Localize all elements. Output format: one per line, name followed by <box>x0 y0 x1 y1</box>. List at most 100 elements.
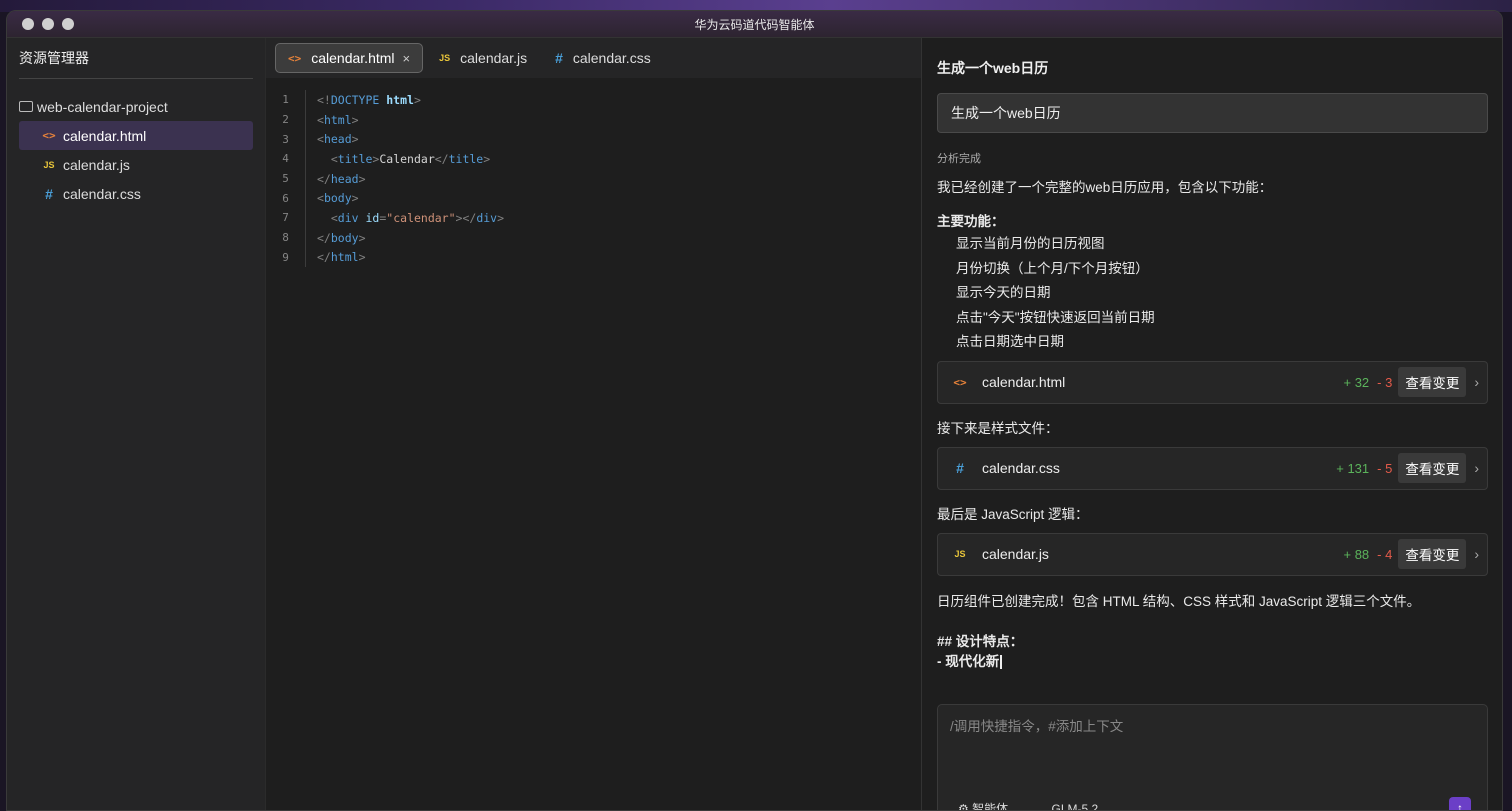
agent-icon: ⚙ <box>958 802 969 811</box>
additions-count: + 88 <box>1343 546 1370 562</box>
mode-selector[interactable]: ⚙ 智能体 ⌄ <box>958 800 1022 811</box>
change-card-css[interactable]: # calendar.css + 131 - 5 查看变更 › <box>937 446 1488 490</box>
code-line: 8 </body> <box>266 227 921 248</box>
tab-calendar-js[interactable]: JS calendar.js <box>427 43 539 73</box>
code-line: 5 </head> <box>266 168 921 189</box>
next-css-text: 接下来是样式文件： <box>937 420 1059 436</box>
features-title: 主要功能： <box>937 214 1005 229</box>
chevron-down-icon: ⌄ <box>1011 802 1022 811</box>
js-icon: JS <box>439 53 451 63</box>
done-text: 日历组件已创建完成！包含 HTML 结构、CSS 样式和 JavaScript … <box>937 593 1421 609</box>
tab-label: calendar.css <box>572 50 651 66</box>
line-number: 4 <box>266 149 306 169</box>
file-calendar-js[interactable]: JS calendar.js <box>19 150 253 179</box>
intro-text: 我已经创建了一个完整的web日历应用，包含以下功能： <box>937 180 1273 195</box>
view-changes-button[interactable]: 查看变更 <box>1398 453 1467 483</box>
list-item: 显示今天的日期 <box>956 285 1051 300</box>
css-icon: # <box>555 50 563 66</box>
code-line: 9 </html> <box>266 247 921 268</box>
text-cursor <box>1000 654 1002 669</box>
window-controls <box>7 18 74 30</box>
model-selector[interactable]: GLM-5.2 ⌄ <box>1052 802 1112 811</box>
change-card-html[interactable]: <> calendar.html + 32 - 3 查看变更 › <box>937 360 1488 404</box>
title-bar: 华为云码道代码智能体 <box>7 11 1502 38</box>
assistant-panel: 生成一个web日历 生成一个web日历 分析完成 我已经创建了一个完整的web日… <box>922 38 1502 810</box>
minimize-window-button[interactable] <box>42 18 54 30</box>
chat-input-placeholder: /调用快捷指令，#添加上下文 <box>950 719 1124 734</box>
additions-count: + 32 <box>1343 374 1370 390</box>
list-item: 显示当前月份的日历视图 <box>956 236 1105 251</box>
change-card-js[interactable]: JS calendar.js + 88 - 4 查看变更 › <box>937 532 1488 576</box>
design-title: ## 设计特点： <box>937 633 1024 649</box>
tab-label: calendar.html <box>311 50 395 66</box>
card-file-name: calendar.html <box>982 374 1066 390</box>
arrow-up-icon: ↑ <box>1457 801 1463 811</box>
list-item: 点击"今天"按钮快速返回当前日期 <box>956 309 1155 325</box>
close-icon[interactable]: × <box>403 51 411 66</box>
html-icon: <> <box>42 129 56 142</box>
line-number: 7 <box>266 208 306 228</box>
code-line: 4 <title>Calendar</title> <box>266 149 921 169</box>
line-number: 6 <box>266 188 306 209</box>
tab-calendar-css[interactable]: # calendar.css <box>543 43 663 73</box>
chat-input-box[interactable]: /调用快捷指令，#添加上下文 ⚙ 智能体 ⌄ GLM-5.2 ⌄ ↑ <box>937 704 1488 811</box>
file-label: calendar.js <box>63 156 130 173</box>
line-number: 5 <box>266 168 306 189</box>
html-icon: <> <box>288 51 302 65</box>
view-changes-button[interactable]: 查看变更 <box>1398 367 1467 397</box>
design-item: - 现代化新 <box>937 652 1488 672</box>
editor-tabs: <> calendar.html × JS calendar.js # cale… <box>266 38 921 78</box>
next-js-text: 最后是 JavaScript 逻辑： <box>937 506 1089 522</box>
feature-list: 显示当前月份的日历视图 月份切换（上个月/下个月按钮） 显示今天的日期 点击"今… <box>937 232 1488 355</box>
file-label: calendar.css <box>63 185 141 202</box>
chevron-down-icon: ⌄ <box>1101 801 1112 811</box>
chevron-right-icon[interactable]: › <box>1474 374 1479 390</box>
code-line: 1 <!DOCTYPE html> <box>266 90 921 110</box>
file-label: calendar.html <box>63 127 147 144</box>
css-icon: # <box>45 185 53 202</box>
line-number: 9 <box>266 247 306 268</box>
html-icon: <> <box>953 375 967 389</box>
window-title: 华为云码道代码智能体 <box>694 17 815 32</box>
send-button[interactable]: ↑ <box>1449 797 1471 811</box>
chevron-right-icon[interactable]: › <box>1474 460 1479 476</box>
additions-count: + 131 <box>1336 460 1370 476</box>
deletions-count: - 5 <box>1377 460 1393 476</box>
code-editor: <> calendar.html × JS calendar.js # cale… <box>266 38 922 810</box>
folder-icon <box>19 101 33 112</box>
folder-web-calendar-project[interactable]: web-calendar-project <box>19 92 253 121</box>
card-file-name: calendar.js <box>982 546 1049 562</box>
code-line: 6 <body> <box>266 188 921 209</box>
js-icon: JS <box>954 549 966 559</box>
js-icon: JS <box>43 159 55 170</box>
user-message: 生成一个web日历 <box>937 93 1488 133</box>
close-window-button[interactable] <box>22 18 34 30</box>
explorer-sidebar: 资源管理器 web-calendar-project <> calendar.h… <box>7 38 266 810</box>
folder-label: web-calendar-project <box>37 98 168 115</box>
deletions-count: - 4 <box>1377 546 1393 562</box>
line-number: 3 <box>266 129 306 150</box>
code-line: 7 <div id="calendar"></div> <box>266 208 921 228</box>
line-number: 1 <box>266 90 306 110</box>
line-number: 8 <box>266 227 306 248</box>
code-line: 3 <head> <box>266 129 921 150</box>
card-file-name: calendar.css <box>982 460 1060 476</box>
list-item: 点击日期选中日期 <box>956 334 1064 349</box>
tab-calendar-html[interactable]: <> calendar.html × <box>275 43 424 73</box>
code-area[interactable]: 1 <!DOCTYPE html> 2 <html> 3 <head> 4 <title>C… <box>266 78 921 810</box>
maximize-window-button[interactable] <box>62 18 74 30</box>
input-toolbar: ⚙ 智能体 ⌄ GLM-5.2 ⌄ <box>958 800 1112 811</box>
file-calendar-css[interactable]: # calendar.css <box>19 179 253 208</box>
explorer-title: 资源管理器 <box>19 38 253 79</box>
design-item-text: - 现代化新 <box>937 653 1000 669</box>
chevron-right-icon[interactable]: › <box>1474 546 1479 562</box>
file-calendar-html[interactable]: <> calendar.html <box>19 121 253 150</box>
view-changes-button[interactable]: 查看变更 <box>1398 539 1467 569</box>
code-line: 2 <html> <box>266 109 921 130</box>
list-item: 月份切换（上个月/下个月按钮） <box>956 260 1149 276</box>
deletions-count: - 3 <box>1377 374 1393 390</box>
conversation-title: 生成一个web日历 <box>937 60 1049 76</box>
status-text: 分析完成 <box>937 153 981 165</box>
model-label: GLM-5.2 <box>1051 801 1099 811</box>
mode-label: 智能体 <box>972 802 1009 811</box>
